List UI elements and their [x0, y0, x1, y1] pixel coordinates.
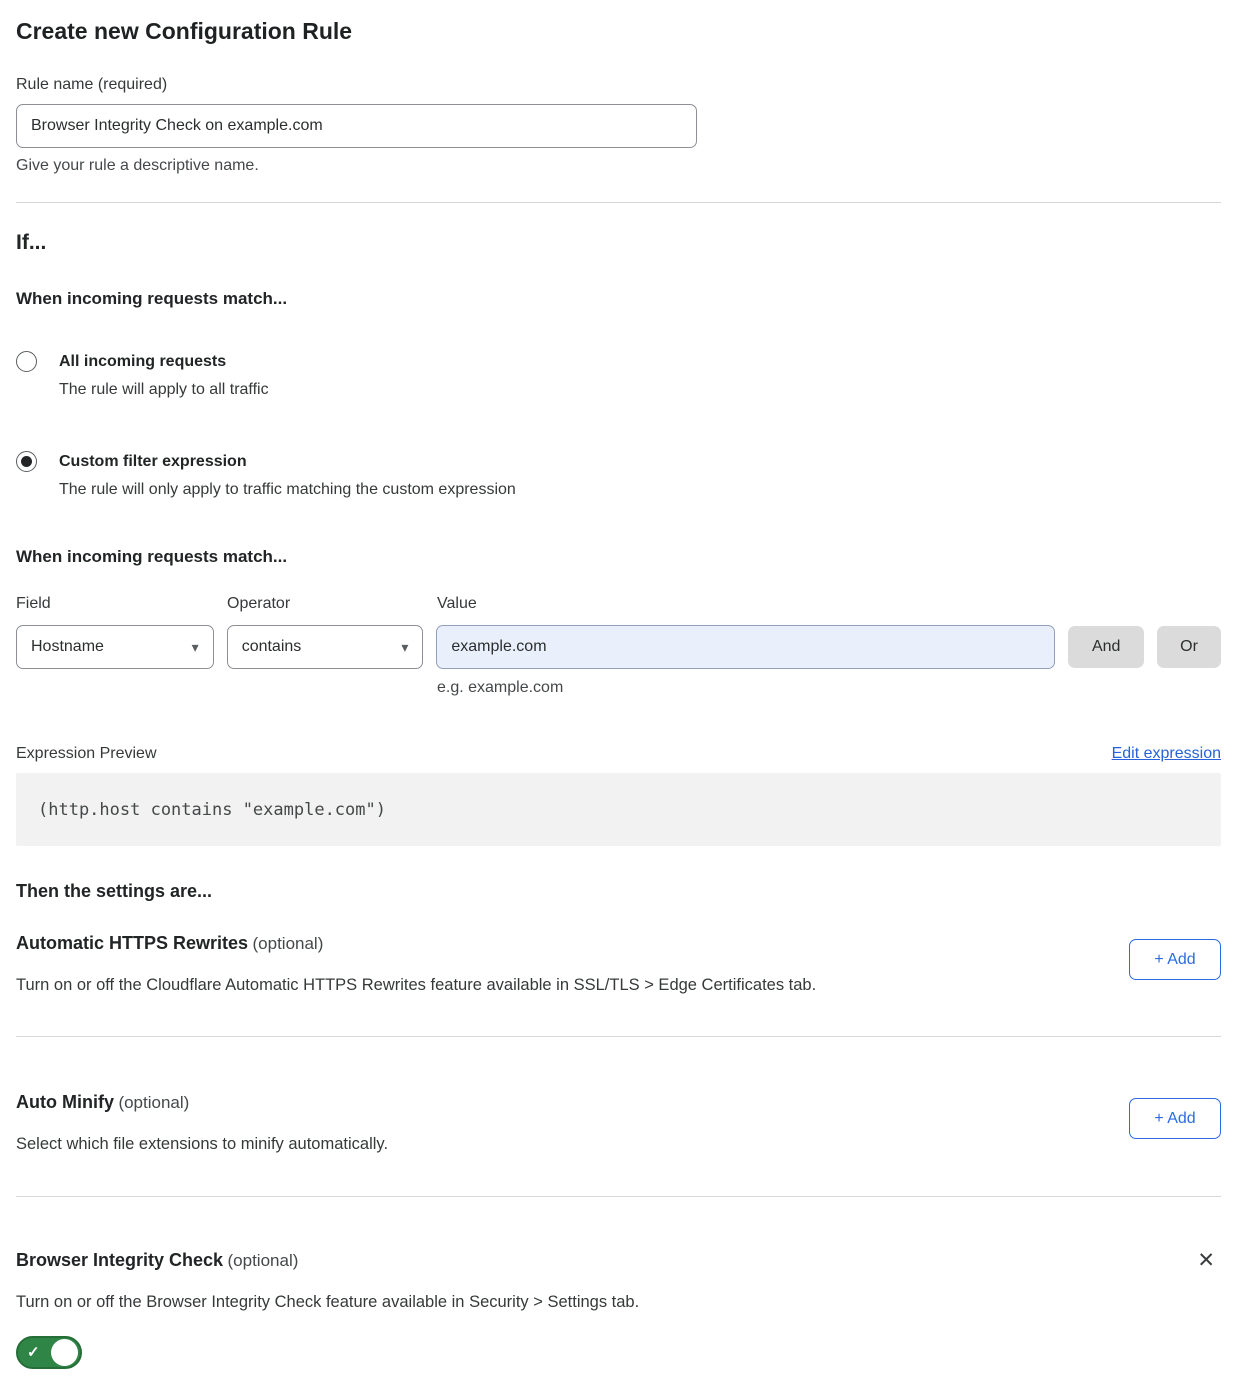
if-heading: If...: [16, 229, 1221, 257]
check-icon: ✓: [27, 1345, 40, 1360]
setting-title-line: Automatic HTTPS Rewrites (optional): [16, 930, 816, 958]
close-icon[interactable]: ✕: [1191, 1247, 1221, 1275]
setting-description: Turn on or off the Cloudflare Automatic …: [16, 973, 816, 997]
radio-option-all-incoming[interactable]: All incoming requests The rule will appl…: [16, 349, 1221, 403]
or-button[interactable]: Or: [1157, 626, 1221, 668]
radio-option-description: The rule will only apply to traffic matc…: [59, 477, 516, 503]
divider: [16, 202, 1221, 203]
setting-description: Turn on or off the Browser Integrity Che…: [16, 1290, 639, 1314]
expression-builder-heading: When incoming requests match...: [16, 545, 1221, 569]
setting-title-line: Browser Integrity Check (optional): [16, 1247, 639, 1275]
radio-option-custom-filter[interactable]: Custom filter expression The rule will o…: [16, 449, 1221, 503]
rule-name-label: Rule name (required): [16, 74, 1221, 96]
setting-browser-integrity-check: Browser Integrity Check (optional) Turn …: [16, 1247, 1221, 1369]
page-title: Create new Configuration Rule: [16, 16, 1221, 46]
builder-controls-row: Hostname ▾ contains ▾ And Or: [16, 625, 1221, 669]
field-select[interactable]: Hostname ▾: [16, 625, 214, 669]
operator-select[interactable]: contains ▾: [227, 625, 424, 669]
value-input[interactable]: [436, 625, 1055, 669]
setting-auto-minify: Auto Minify (optional) Select which file…: [16, 1089, 1221, 1156]
create-configuration-rule-form: Create new Configuration Rule Rule name …: [0, 0, 1237, 1369]
expression-preview-code-block: (http.host contains "example.com"): [16, 773, 1221, 846]
setting-title: Auto Minify: [16, 1092, 114, 1112]
expression-code: (http.host contains "example.com"): [38, 800, 386, 820]
rule-name-help: Give your rule a descriptive name.: [16, 155, 1221, 177]
chevron-down-icon: ▾: [192, 640, 199, 654]
setting-automatic-https-rewrites: Automatic HTTPS Rewrites (optional) Turn…: [16, 930, 1221, 997]
add-automatic-https-rewrites-button[interactable]: + Add: [1129, 939, 1221, 980]
browser-integrity-toggle[interactable]: ✓: [16, 1336, 82, 1369]
expression-preview-row: Expression Preview Edit expression: [16, 743, 1221, 765]
field-label: Field: [16, 593, 214, 615]
value-label: Value: [437, 593, 1057, 615]
radio-option-texts: All incoming requests The rule will appl…: [59, 349, 269, 403]
setting-texts: Auto Minify (optional) Select which file…: [16, 1089, 388, 1156]
radio-option-label: Custom filter expression: [59, 449, 516, 475]
radio-custom-filter[interactable]: [16, 451, 37, 472]
operator-label: Operator: [227, 593, 424, 615]
toggle-knob: [51, 1339, 78, 1366]
value-help: e.g. example.com: [437, 677, 1221, 699]
field-select-value: Hostname: [31, 638, 104, 656]
setting-texts: Automatic HTTPS Rewrites (optional) Turn…: [16, 930, 816, 997]
divider: [16, 1036, 1221, 1037]
rule-name-input[interactable]: [16, 104, 697, 148]
setting-optional: (optional): [228, 1251, 299, 1270]
then-heading: Then the settings are...: [16, 878, 1221, 904]
radio-option-texts: Custom filter expression The rule will o…: [59, 449, 516, 503]
setting-texts: Browser Integrity Check (optional) Turn …: [16, 1247, 639, 1369]
match-heading: When incoming requests match...: [16, 287, 1221, 311]
and-button[interactable]: And: [1068, 626, 1144, 668]
radio-all-incoming[interactable]: [16, 351, 37, 372]
add-auto-minify-button[interactable]: + Add: [1129, 1098, 1221, 1139]
setting-optional: (optional): [118, 1093, 189, 1112]
radio-option-label: All incoming requests: [59, 349, 269, 375]
setting-title: Automatic HTTPS Rewrites: [16, 933, 248, 953]
builder-labels-row: Field Operator Value: [16, 593, 1221, 615]
expression-preview-label: Expression Preview: [16, 743, 157, 765]
setting-optional: (optional): [253, 934, 324, 953]
operator-select-value: contains: [242, 638, 302, 656]
radio-option-description: The rule will apply to all traffic: [59, 377, 269, 403]
divider: [16, 1196, 1221, 1197]
chevron-down-icon: ▾: [401, 640, 408, 654]
setting-title: Browser Integrity Check: [16, 1250, 223, 1270]
edit-expression-link[interactable]: Edit expression: [1112, 743, 1221, 765]
setting-title-line: Auto Minify (optional): [16, 1089, 388, 1117]
setting-description: Select which file extensions to minify a…: [16, 1132, 388, 1156]
